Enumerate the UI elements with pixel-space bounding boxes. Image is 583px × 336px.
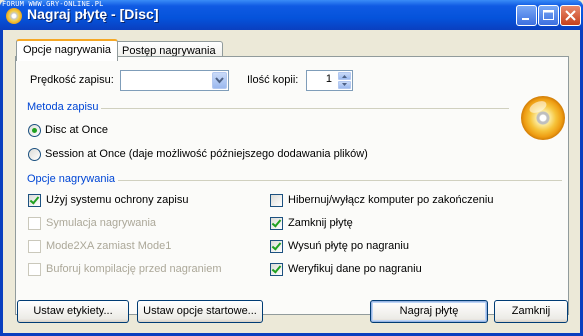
speed-dropdown-button[interactable] [212,72,227,89]
checkbox-buffer-compilation[interactable] [28,263,41,276]
arrow-down-icon [342,83,347,86]
radio-label[interactable]: Session at Once (daje możliwość późniejs… [45,148,368,160]
write-method-title: Metoda zapisu [27,101,99,113]
checkbox-label[interactable]: Weryfikuj dane po nagraniu [288,263,422,275]
checkbox-close-disc[interactable] [270,217,283,230]
checkbox-eject-disc[interactable] [270,240,283,253]
close-dialog-button[interactable]: Zamknij [494,300,568,323]
close-button[interactable] [560,5,581,26]
options-panel [15,56,569,315]
checkbox-label[interactable]: Buforuj kompilację przed nagraniem [46,263,221,275]
checkbox-label[interactable]: Hibernuj/wyłącz komputer po zakończeniu [288,194,493,206]
radio-disc-at-once[interactable] [28,124,41,137]
checkbox-label[interactable]: Użyj systemu ochrony zapisu [46,194,188,206]
set-labels-button[interactable]: Ustaw etykiety... [17,300,129,323]
checkbox-mode2xa[interactable] [28,240,41,253]
tab-burn-options[interactable]: Opcje nagrywania [16,39,119,61]
copies-down-button[interactable] [338,81,351,89]
minimize-icon [522,18,529,20]
checkbox-simulation[interactable] [28,217,41,230]
group-divider [101,108,509,109]
checkbox-label[interactable]: Symulacja nagrywania [46,217,156,229]
set-startup-options-button[interactable]: Ustaw opcje startowe... [137,300,263,323]
checkbox-hibernate[interactable] [270,194,283,207]
group-divider [118,180,562,181]
minimize-button[interactable] [516,5,537,26]
burn-disc-button[interactable]: Nagraj płytę [370,300,488,323]
checkbox-verify-data[interactable] [270,263,283,276]
checkbox-label[interactable]: Mode2XA zamiast Mode1 [46,240,171,252]
burn-options-title: Opcje nagrywania [27,173,116,185]
title-bar[interactable]: FORUM WWW.GRY-ONLINE.PL Nagraj płytę - [… [0,0,583,30]
chevron-down-icon [215,77,224,84]
copies-value: 1 [325,73,332,85]
dialog-window: FORUM WWW.GRY-ONLINE.PL Nagraj płytę - [… [0,0,583,336]
speed-select[interactable] [120,70,229,91]
checkbox-write-protection[interactable] [28,194,41,207]
checkbox-label[interactable]: Wysuń płytę po nagraniu [288,240,409,252]
close-icon [565,10,576,21]
copies-up-button[interactable] [338,72,351,80]
tab-label: Opcje nagrywania [23,44,112,56]
speed-label: Prędkość zapisu: [30,74,114,86]
copies-label: Ilość kopii: [247,74,299,86]
dialog-client: Opcje nagrywania Postęp nagrywania Prędk… [3,30,580,333]
radio-label[interactable]: Disc at Once [45,124,108,136]
window-title: Nagraj płytę - [Disc] [27,6,159,22]
maximize-button[interactable] [538,5,559,26]
copies-spinner[interactable]: 1 [306,70,353,91]
arrow-up-icon [342,75,347,78]
maximize-icon [543,10,554,20]
disc-app-icon [6,8,22,24]
checkbox-label[interactable]: Zamknij płytę [288,217,353,229]
radio-session-at-once[interactable] [28,148,41,161]
